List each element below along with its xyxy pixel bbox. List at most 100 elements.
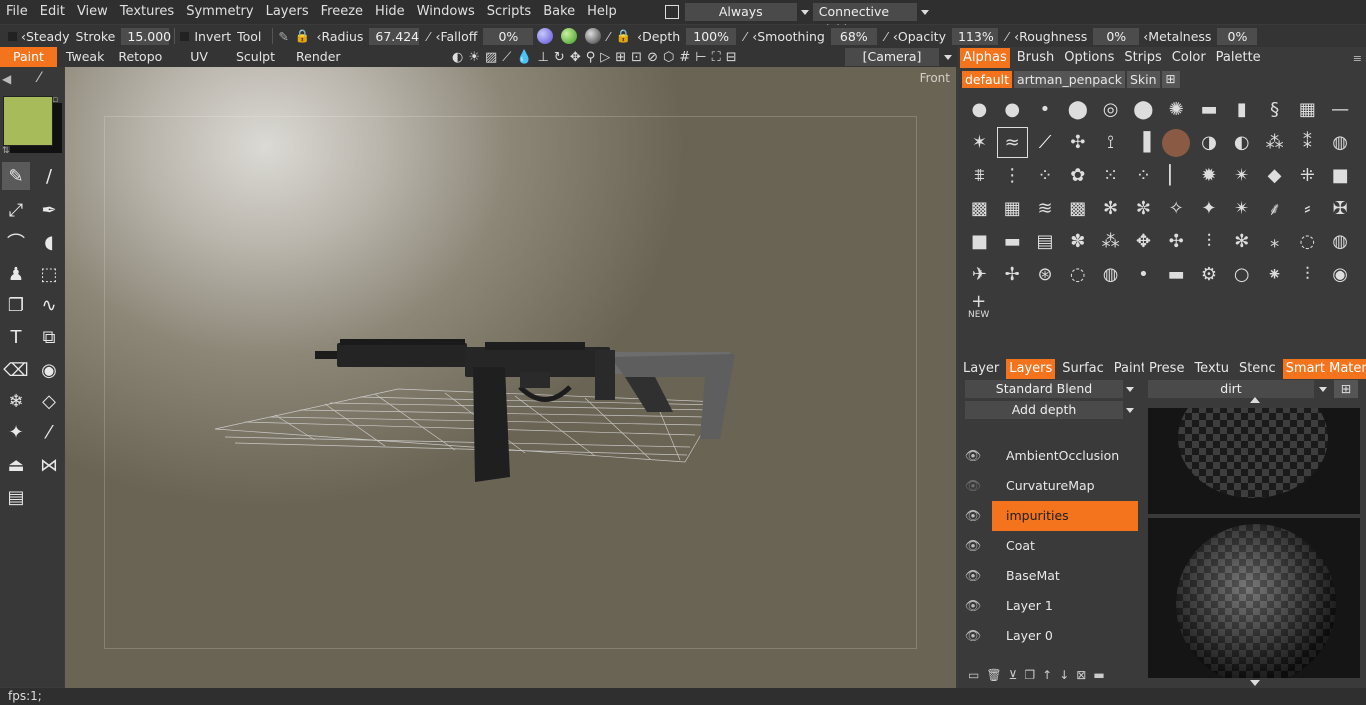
alpha-thumbnail[interactable] bbox=[1160, 126, 1193, 159]
add-material-icon[interactable]: ⊞ bbox=[1334, 380, 1358, 398]
alpha-thumbnail[interactable]: ⁂ bbox=[1094, 225, 1127, 258]
depth-mode-dropdown[interactable]: Add depth bbox=[965, 401, 1123, 419]
grid-icon[interactable]: # bbox=[679, 50, 690, 65]
layer-row[interactable]: 👁 Layer 0 bbox=[958, 621, 1144, 651]
alpha-thumbnail[interactable]: ⁑ bbox=[1291, 126, 1324, 159]
alpha-thumbnail[interactable]: ✴ bbox=[1225, 192, 1258, 225]
alpha-thumbnail[interactable]: ⋮ bbox=[996, 159, 1029, 192]
radius-field[interactable]: 67.424 bbox=[369, 27, 420, 45]
alpha-thumbnail[interactable]: ⩨ bbox=[963, 159, 996, 192]
alpha-thumbnail[interactable]: ◆ bbox=[1258, 159, 1291, 192]
delete-layer-icon[interactable]: 🗑 bbox=[986, 668, 1001, 682]
alpha-thumbnail[interactable]: ⬤ bbox=[1127, 93, 1160, 126]
alpha-thumbnail[interactable]: ⸗ bbox=[1291, 192, 1324, 225]
primary-color-swatch[interactable] bbox=[3, 96, 53, 146]
depth-lock-icon[interactable]: 🔒 bbox=[616, 28, 632, 44]
layer-copy-tool-icon[interactable]: ❐ bbox=[2, 291, 30, 319]
menu-help[interactable]: Help bbox=[581, 0, 623, 24]
layer-row[interactable]: 👁 Coat bbox=[958, 531, 1144, 561]
menu-freeze[interactable]: Freeze bbox=[315, 0, 369, 24]
alpha-thumbnail[interactable]: • bbox=[1029, 93, 1062, 126]
swap-colors-icon[interactable]: ⇅ bbox=[2, 146, 10, 156]
alpha-thumbnail[interactable]: ⁜ bbox=[1291, 159, 1324, 192]
chevron-down-icon[interactable] bbox=[1319, 387, 1327, 392]
menu-scripts[interactable]: Scripts bbox=[481, 0, 537, 24]
tab-render[interactable]: Render bbox=[288, 47, 349, 67]
chevron-down-icon[interactable] bbox=[1126, 408, 1134, 413]
alpha-thumbnail[interactable]: ◌ bbox=[1061, 258, 1094, 291]
layer-row-selected[interactable]: 👁 impurities bbox=[958, 501, 1144, 531]
rotate-icon[interactable]: ↻ bbox=[554, 50, 565, 65]
expand-icon[interactable]: ⛶ bbox=[712, 50, 721, 65]
tab-presets[interactable]: Prese bbox=[1146, 359, 1187, 379]
tab-paint[interactable]: Paint bbox=[0, 47, 57, 67]
connective-picking-dropdown[interactable]: Connective Picki bbox=[812, 3, 917, 37]
always-dropdown[interactable]: Always bbox=[684, 3, 797, 21]
cube-icon[interactable]: ⬡ bbox=[663, 50, 674, 65]
layer-row[interactable]: 👁 BaseMat bbox=[958, 561, 1144, 591]
pressure-pen-icon[interactable]: ✎ bbox=[278, 29, 288, 44]
perspective-icon[interactable]: ▷ bbox=[600, 50, 610, 65]
eye-icon[interactable]: 👁 bbox=[958, 509, 988, 524]
paint-brush-tool-icon[interactable]: ✎ bbox=[2, 162, 30, 190]
tab-uv[interactable]: UV bbox=[175, 47, 228, 67]
alpha-thumbnail[interactable]: ⁘ bbox=[1127, 159, 1160, 192]
alpha-thumbnail[interactable]: ✿ bbox=[1061, 159, 1094, 192]
alpha-thumbnail[interactable]: ▏ bbox=[1160, 159, 1193, 192]
roughness-pen-icon[interactable]: ⁄ bbox=[1006, 29, 1008, 44]
always-checkbox[interactable] bbox=[664, 5, 679, 19]
tab-strips[interactable]: Strips bbox=[1121, 48, 1164, 68]
tab-stencils[interactable]: Stenc bbox=[1236, 359, 1279, 379]
alpha-thumbnail[interactable]: ✈ bbox=[963, 258, 996, 291]
opacity-pen-icon[interactable]: ⁄ bbox=[885, 29, 887, 44]
alpha-thumbnail[interactable]: ✥ bbox=[1127, 225, 1160, 258]
eyedropper-icon[interactable]: ⁄ bbox=[38, 70, 40, 86]
alpha-thumbnail[interactable]: ■ bbox=[963, 225, 996, 258]
material-sphere-icon[interactable] bbox=[537, 28, 554, 44]
reset-colors-icon[interactable]: ▫ bbox=[52, 95, 58, 105]
lock-icon[interactable]: 🔒 bbox=[295, 28, 311, 44]
stroke-field[interactable]: 15.000 bbox=[121, 27, 171, 45]
menu-edit[interactable]: Edit bbox=[34, 0, 71, 24]
smudge-tool-icon[interactable]: ⌒ bbox=[2, 228, 30, 256]
alpha-thumbnail[interactable]: ✣ bbox=[1061, 126, 1094, 159]
alpha-thumbnail[interactable]: ● bbox=[963, 93, 996, 126]
falloff-field[interactable]: 0% bbox=[483, 27, 534, 45]
settings-gear-icon[interactable]: ❄ bbox=[2, 387, 30, 415]
eye-icon[interactable]: 👁 bbox=[958, 479, 988, 494]
light-icon[interactable]: ☀ bbox=[468, 50, 480, 65]
menu-layers[interactable]: Layers bbox=[260, 0, 315, 24]
alpha-thumbnail[interactable]: ✠ bbox=[1324, 192, 1357, 225]
eye-icon[interactable]: 👁 bbox=[958, 539, 988, 554]
alpha-thumbnail[interactable]: ✼ bbox=[1127, 192, 1160, 225]
alpha-thumbnail[interactable]: ● bbox=[996, 93, 1029, 126]
alpha-set-artman[interactable]: artman_penpack bbox=[1013, 71, 1125, 88]
alpha-thumbnail[interactable]: ▬ bbox=[1193, 93, 1226, 126]
layer-row[interactable]: 👁 CurvatureMap bbox=[958, 471, 1144, 501]
alpha-thumbnail[interactable]: ⟋ bbox=[1029, 126, 1062, 159]
alpha-set-skin[interactable]: Skin bbox=[1126, 71, 1160, 88]
alpha-thumbnail[interactable]: ⚙ bbox=[1193, 258, 1226, 291]
add-set-icon[interactable]: ⊞ bbox=[1161, 71, 1180, 88]
fill-bucket-tool-icon[interactable]: ◖ bbox=[35, 228, 63, 256]
eye-icon[interactable]: 👁 bbox=[958, 449, 988, 464]
image-icon[interactable]: ▨ bbox=[485, 50, 497, 65]
tab-palette[interactable]: Palette bbox=[1213, 48, 1264, 68]
depth-field[interactable]: 100% bbox=[686, 27, 737, 45]
line-brush-tool-icon[interactable]: / bbox=[35, 162, 63, 190]
alpha-thumbnail[interactable]: ⫶ bbox=[1193, 225, 1226, 258]
tab-retopo[interactable]: Retopo bbox=[113, 47, 175, 67]
new-alpha-button[interactable]: + NEW bbox=[968, 293, 989, 321]
alpha-thumbnail[interactable]: ✣ bbox=[1160, 225, 1193, 258]
3d-viewport[interactable]: Front bbox=[65, 67, 956, 688]
zoom-icon[interactable]: ⚲ bbox=[586, 50, 596, 65]
iron-tool-icon[interactable]: ⏏ bbox=[2, 451, 30, 479]
alpha-thumbnail[interactable]: ◉ bbox=[1324, 258, 1357, 291]
chevron-down-icon[interactable] bbox=[1126, 387, 1134, 392]
curve-tool-icon[interactable]: ∿ bbox=[35, 291, 63, 319]
alpha-thumbnail[interactable]: ▐ bbox=[1127, 126, 1160, 159]
alpha-thumbnail[interactable]: ✦ bbox=[1193, 192, 1226, 225]
alpha-thumbnail[interactable]: ▦ bbox=[1291, 93, 1324, 126]
alpha-thumbnail[interactable]: ⸙ bbox=[1258, 192, 1291, 225]
alpha-thumbnail[interactable]: ▩ bbox=[963, 192, 996, 225]
